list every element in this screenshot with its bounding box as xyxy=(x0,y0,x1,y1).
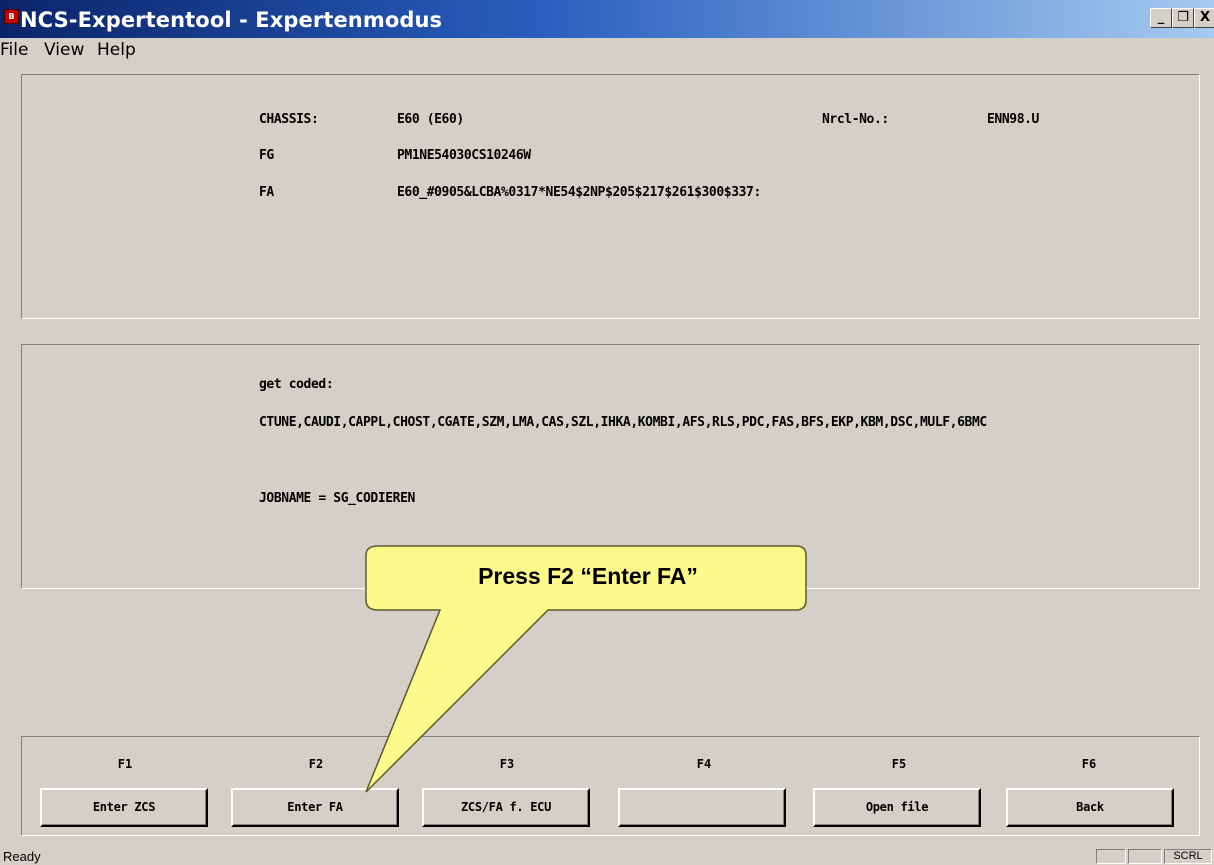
status-bar: Ready SCRL xyxy=(0,848,1214,865)
chassis-label: CHASSIS: xyxy=(259,112,319,127)
enter-fa-button[interactable]: Enter FA xyxy=(231,788,399,827)
status-text: Ready xyxy=(3,849,41,864)
nrcl-label: Nrcl-No.: xyxy=(822,112,889,127)
fg-label: FG xyxy=(259,148,274,163)
minimize-button[interactable]: _ xyxy=(1150,8,1172,28)
menu-help[interactable]: Help xyxy=(97,40,136,60)
enter-zcs-button[interactable]: Enter ZCS xyxy=(40,788,208,827)
f4-key-label: F4 xyxy=(696,757,712,771)
close-button[interactable]: X xyxy=(1194,8,1214,28)
vehicle-info-panel: CHASSIS: E60 (E60) Nrcl-No.: ENN98.U FG … xyxy=(21,74,1200,319)
fg-value: PM1NE54030CS10246W xyxy=(397,148,531,163)
callout-text: Press F2 “Enter FA” xyxy=(478,563,698,589)
f5-key-label: F5 xyxy=(891,757,907,771)
window-title: NCS-Expertentool - Expertenmodus xyxy=(20,8,443,32)
chassis-value: E60 (E60) xyxy=(397,112,464,127)
title-bar: B NCS-Expertentool - Expertenmodus _ ❐ X xyxy=(0,0,1214,38)
fa-value: E60_#0905&LCBA%0317*NE54$2NP$205$217$261… xyxy=(397,185,761,200)
restore-button[interactable]: ❐ xyxy=(1172,8,1194,28)
menu-view[interactable]: View xyxy=(44,40,84,60)
f1-key-label: F1 xyxy=(117,757,133,771)
menu-file[interactable]: File xyxy=(0,40,28,60)
back-button[interactable]: Back xyxy=(1006,788,1174,827)
f4-button[interactable] xyxy=(618,788,786,827)
status-pane-2 xyxy=(1128,849,1162,864)
f3-key-label: F3 xyxy=(499,757,515,771)
coding-info-panel: get coded: CTUNE,CAUDI,CAPPL,CHOST,CGATE… xyxy=(21,344,1200,589)
menu-bar: File View Help xyxy=(0,38,1214,62)
f2-key-label: F2 xyxy=(308,757,324,771)
app-icon[interactable]: B xyxy=(4,9,19,24)
ecu-list: CTUNE,CAUDI,CAPPL,CHOST,CGATE,SZM,LMA,CA… xyxy=(259,415,987,430)
status-pane-1 xyxy=(1096,849,1126,864)
function-key-panel: F1 F2 F3 F4 F5 F6 Enter ZCS Enter FA ZCS… xyxy=(21,736,1200,836)
status-pane-scrl: SCRL xyxy=(1164,849,1212,864)
f6-key-label: F6 xyxy=(1081,757,1097,771)
fa-label: FA xyxy=(259,185,274,200)
open-file-button[interactable]: Open file xyxy=(813,788,981,827)
nrcl-value: ENN98.U xyxy=(987,112,1039,127)
jobname: JOBNAME = SG_CODIEREN xyxy=(259,491,415,506)
get-coded-label: get coded: xyxy=(259,377,334,392)
zcs-fa-ecu-button[interactable]: ZCS/FA f. ECU xyxy=(422,788,590,827)
